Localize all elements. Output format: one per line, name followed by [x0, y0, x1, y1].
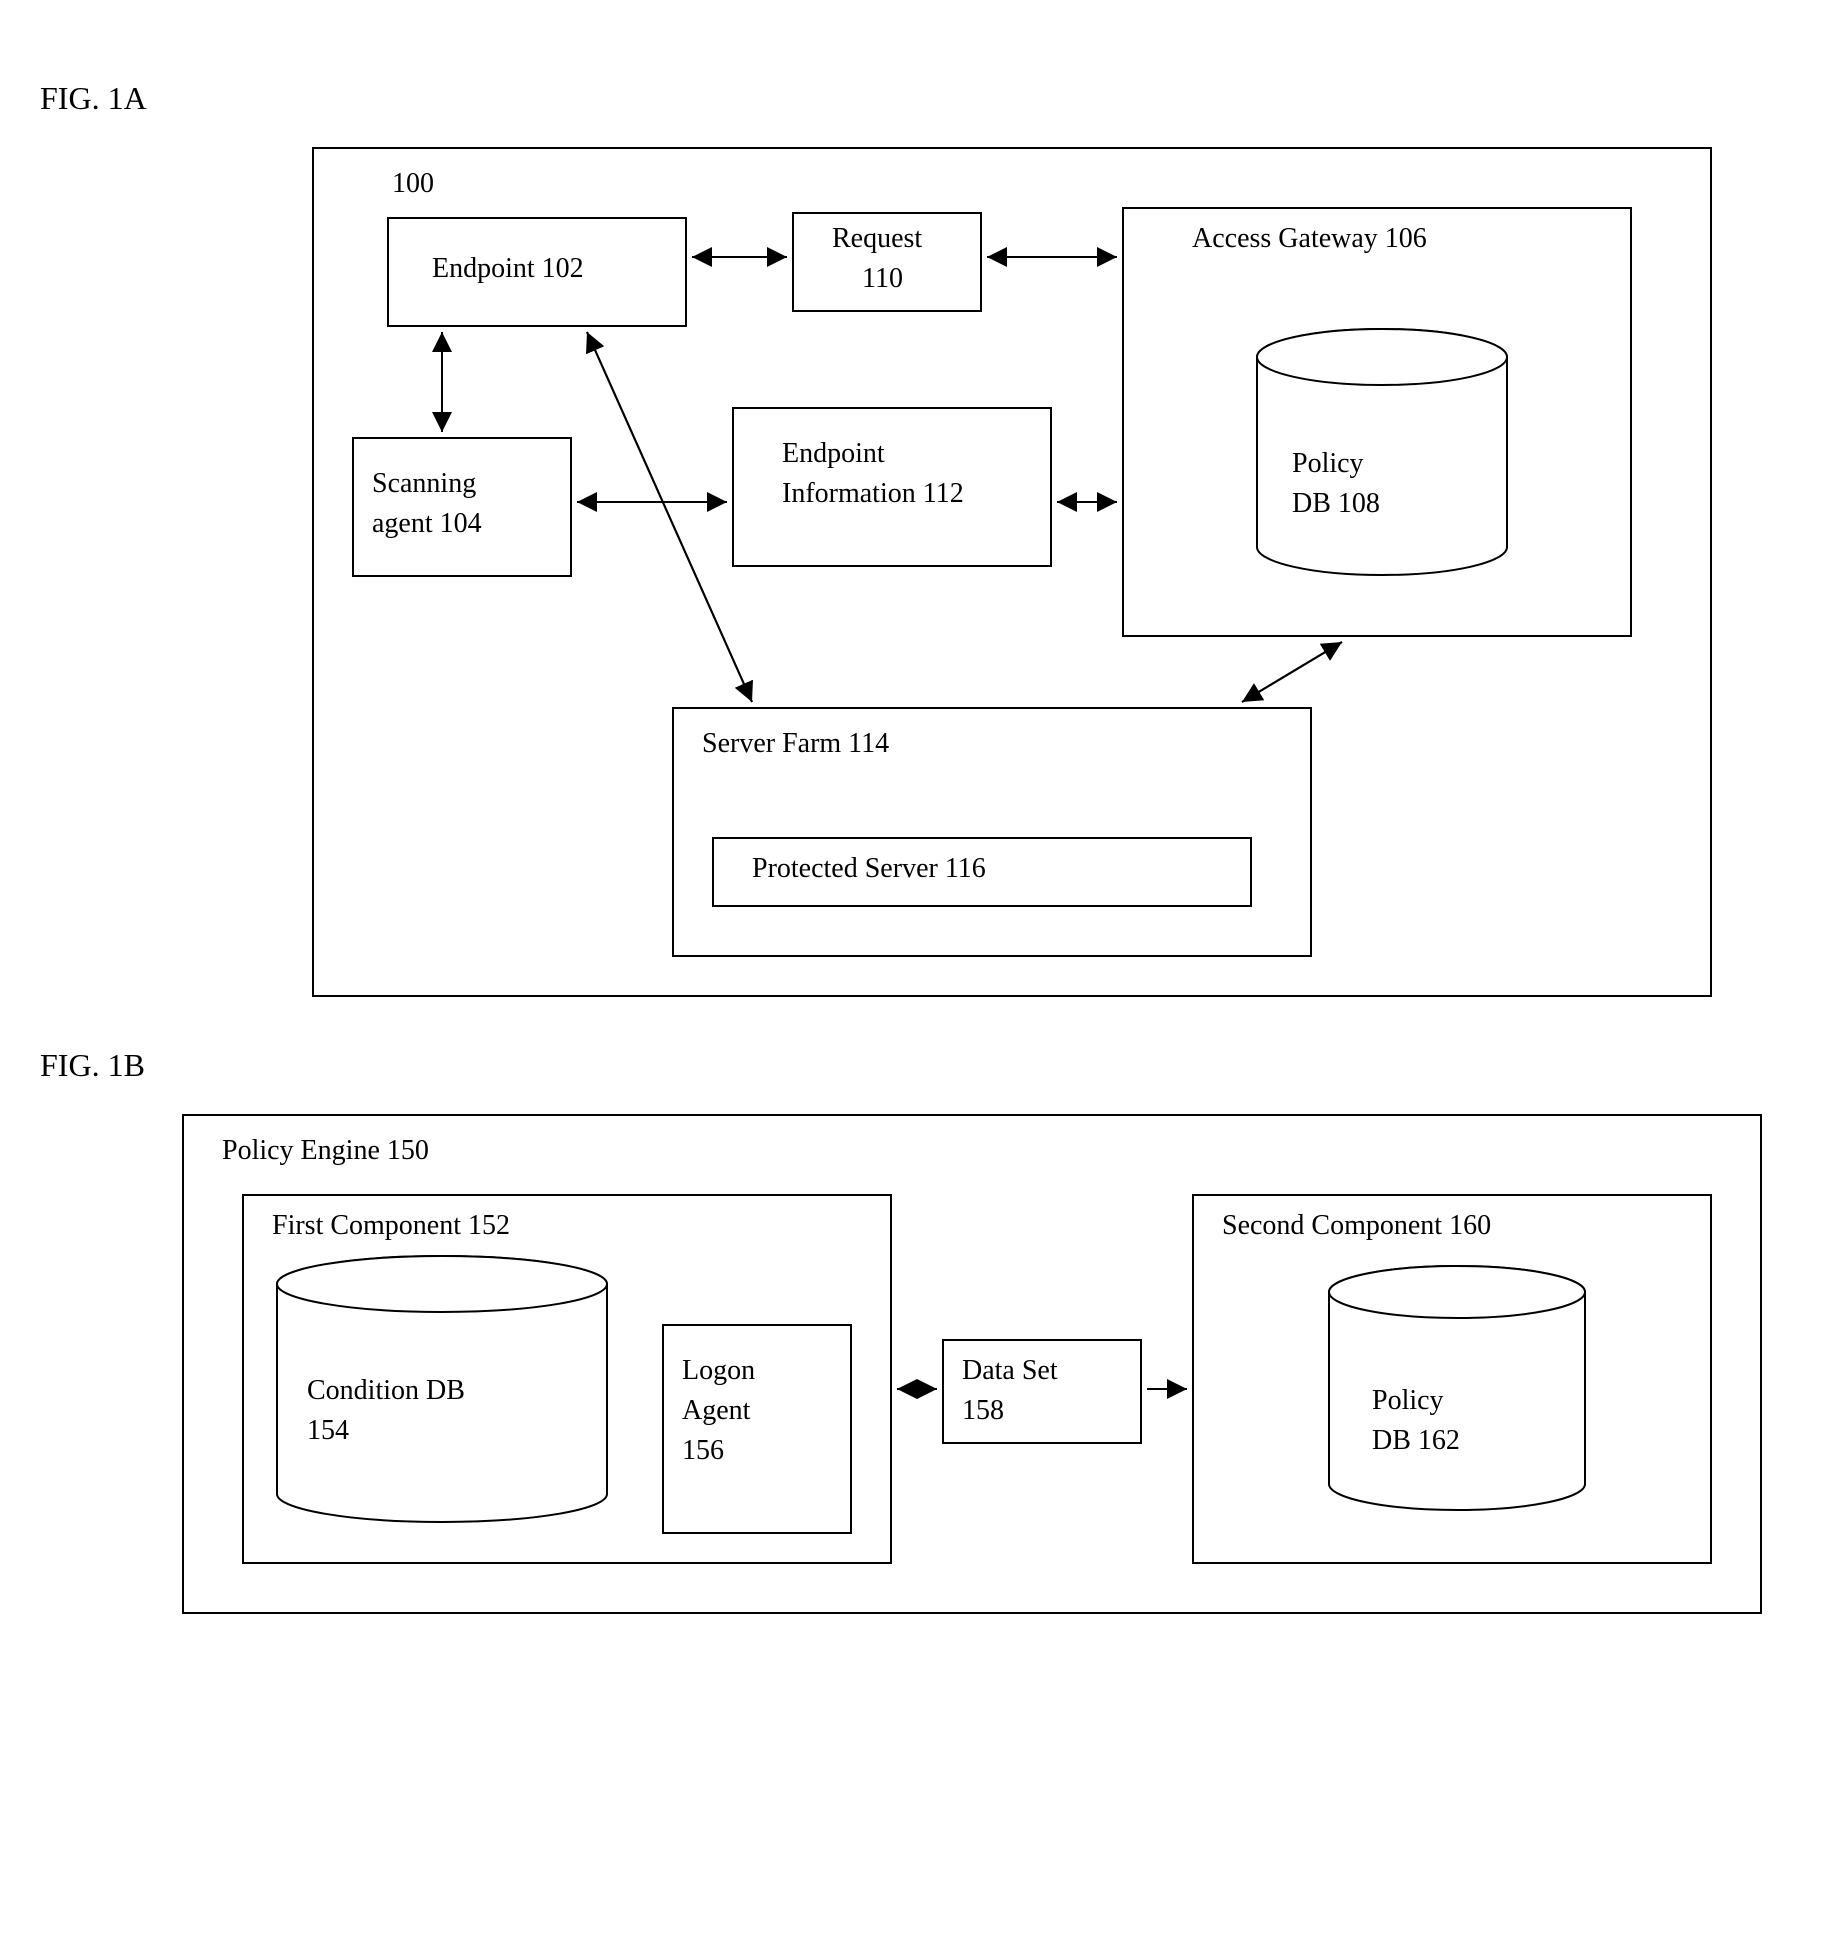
second-component-label: Second Component 160 — [1222, 1209, 1491, 1243]
server-farm-label: Server Farm 114 — [702, 727, 889, 761]
policy-db2-l1: Policy — [1372, 1384, 1444, 1418]
request-l2: 110 — [862, 262, 903, 296]
policy-db-l1: Policy — [1292, 447, 1364, 481]
endpoint-label: Endpoint 102 — [432, 252, 584, 286]
condition-db-l1: Condition DB — [307, 1374, 465, 1408]
logon-agent-l1: Logon — [682, 1354, 755, 1388]
logon-agent-l3: 156 — [682, 1434, 724, 1468]
policy-db2-l2: DB 162 — [1372, 1424, 1460, 1458]
data-set-l1: Data Set — [962, 1354, 1058, 1388]
endpoint-info-l1: Endpoint — [782, 437, 885, 471]
fig1b-container: Policy Engine 150 First Component 152 Co… — [62, 1104, 1762, 1624]
condition-db-l2: 154 — [307, 1414, 349, 1448]
figure-1a-label: FIG. 1A — [40, 80, 1784, 117]
protected-server-label: Protected Server 116 — [752, 852, 986, 886]
request-l1: Request — [832, 222, 922, 256]
fig1a-container: 100 Endpoint 102 Scanning agent 104 Requ… — [112, 137, 1712, 1007]
policy-db-l2: DB 108 — [1292, 487, 1380, 521]
access-gateway-label: Access Gateway 106 — [1192, 222, 1427, 256]
second-component-box — [1192, 1194, 1712, 1564]
data-set-l2: 158 — [962, 1394, 1004, 1428]
first-component-label: First Component 152 — [272, 1209, 510, 1243]
policy-engine-label: Policy Engine 150 — [222, 1134, 429, 1168]
endpoint-info-l2: Information 112 — [782, 477, 964, 511]
access-gateway-box — [1122, 207, 1632, 637]
system-100-label: 100 — [392, 167, 434, 201]
figure-1b-label: FIG. 1B — [40, 1047, 1784, 1084]
scanning-agent-l2: agent 104 — [372, 507, 482, 541]
logon-agent-l2: Agent — [682, 1394, 750, 1428]
scanning-agent-l1: Scanning — [372, 467, 476, 501]
